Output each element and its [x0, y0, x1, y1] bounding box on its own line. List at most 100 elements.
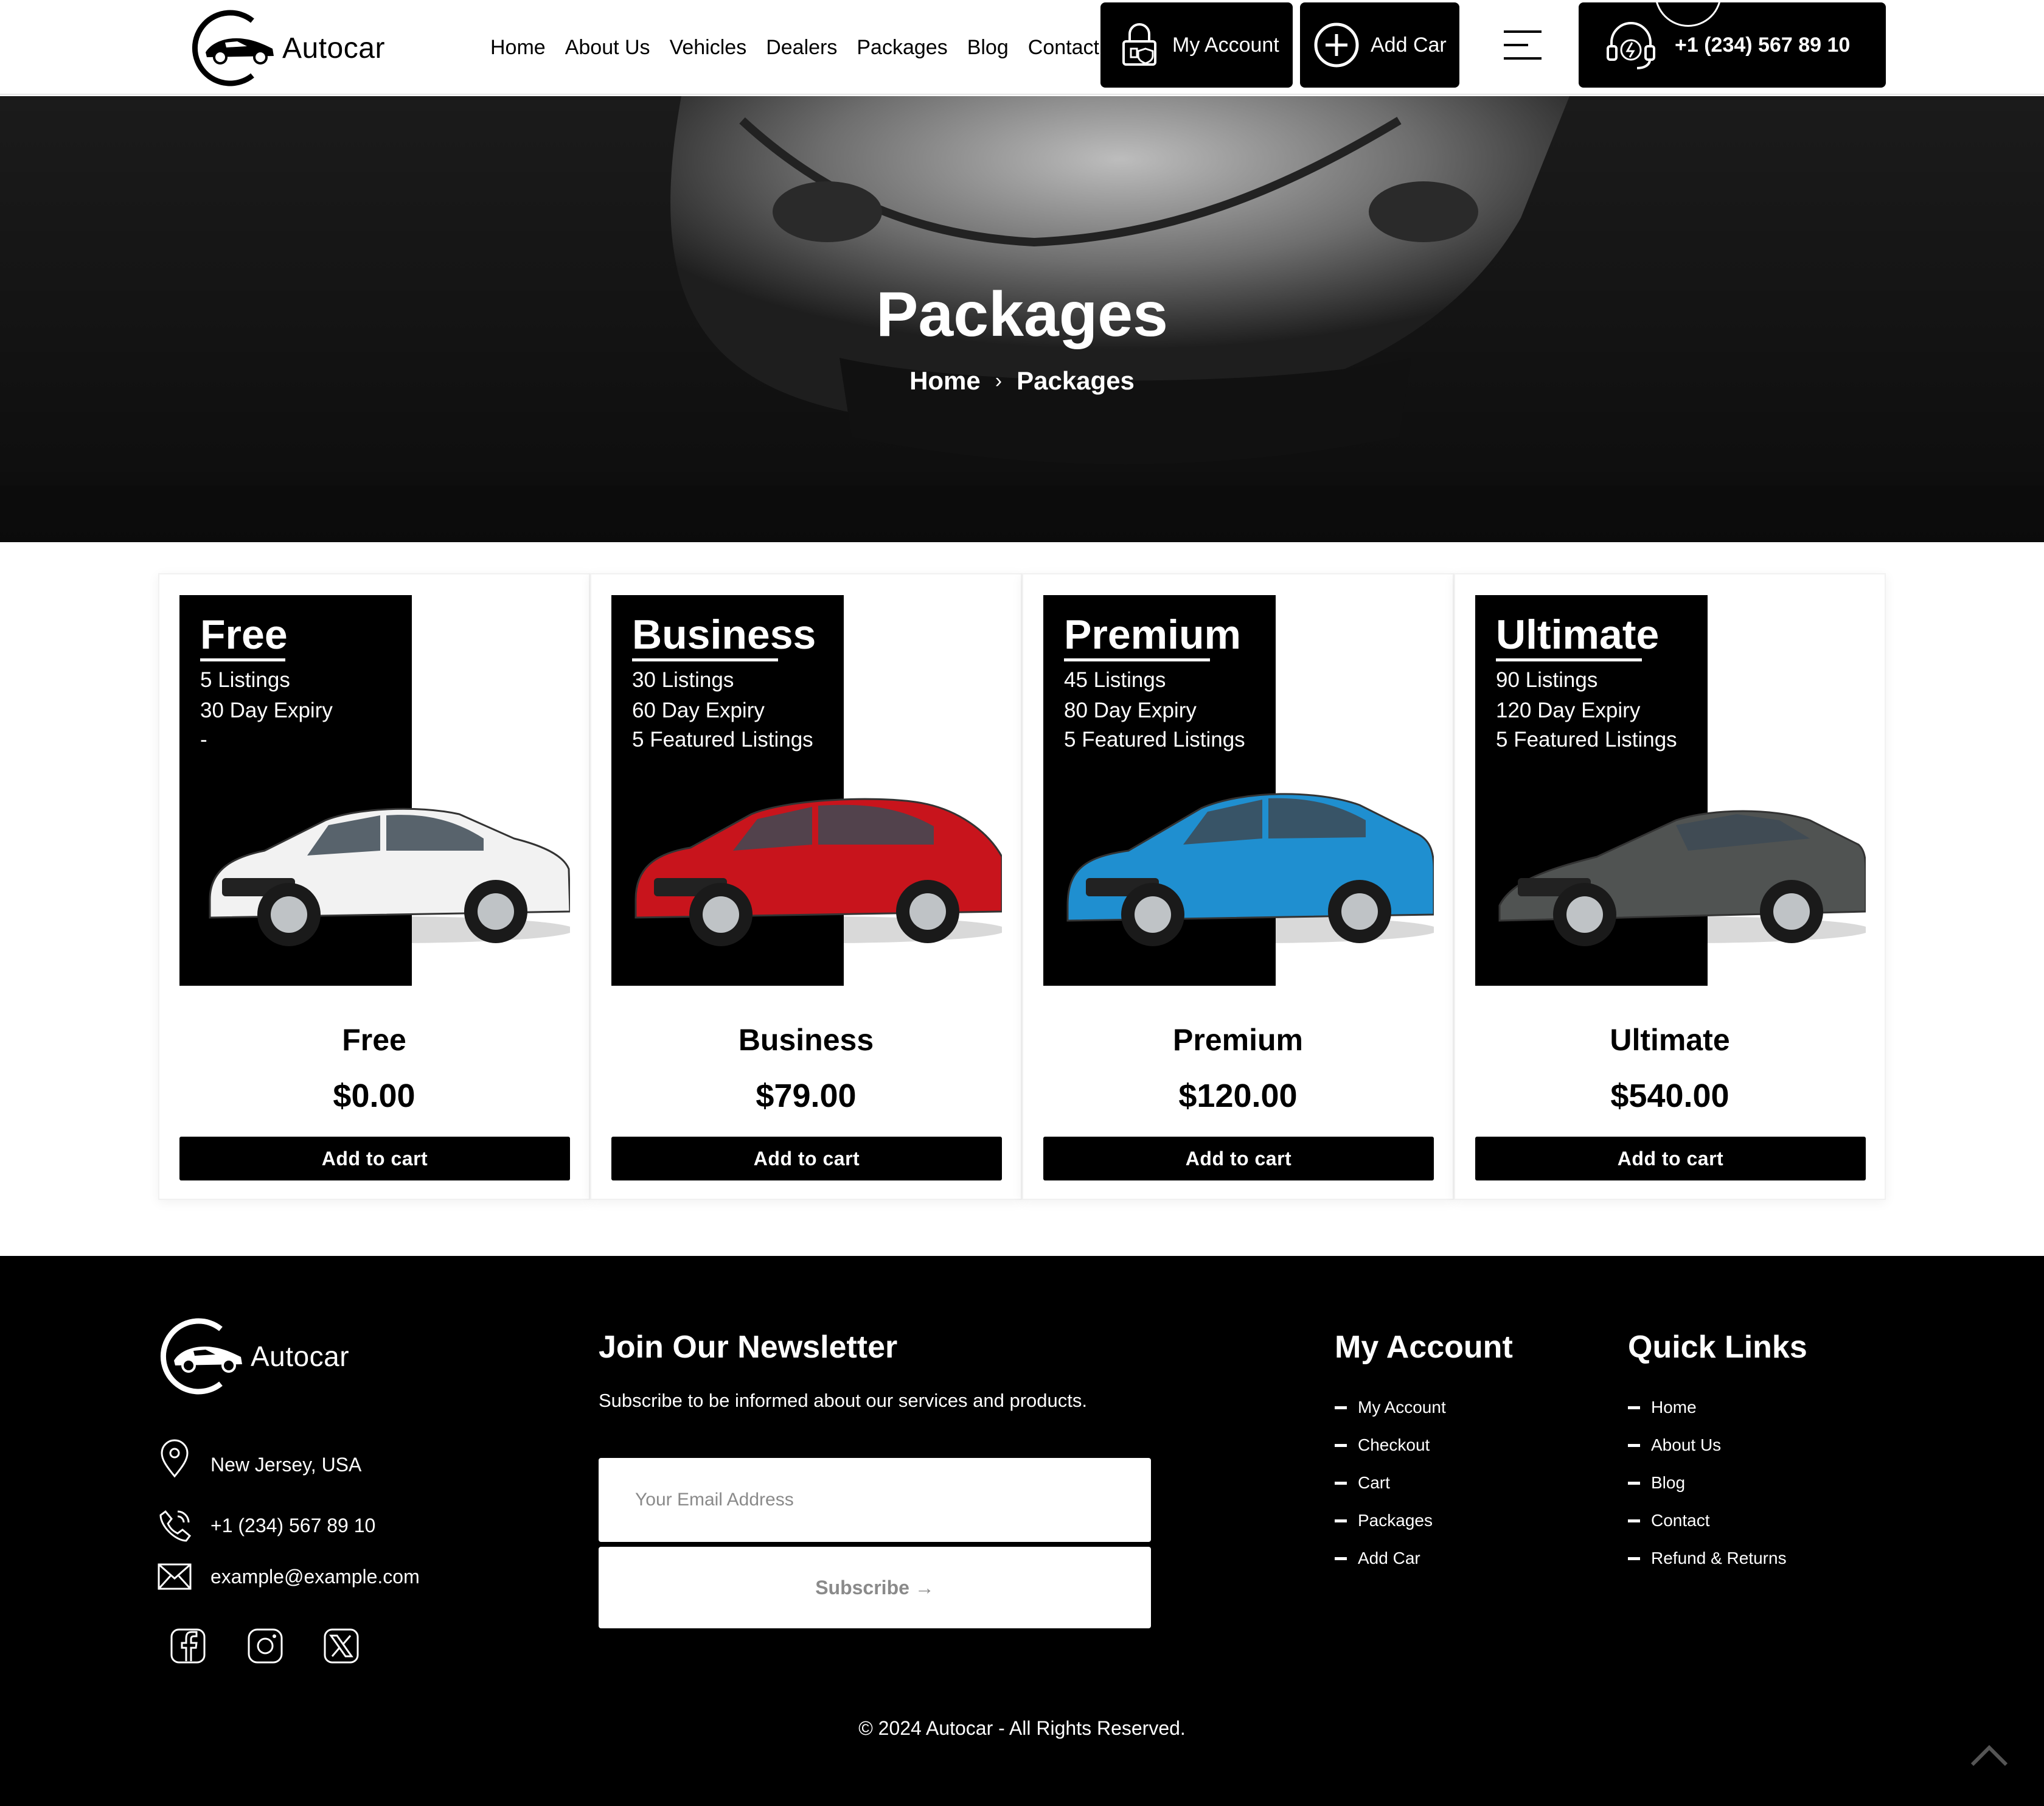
car-image — [1066, 793, 1434, 946]
plus-circle-icon — [1314, 23, 1359, 68]
nav-vehicles[interactable]: Vehicles — [670, 36, 747, 60]
footer-link-contact[interactable]: Contact — [1628, 1502, 1787, 1539]
package-card-ultimate: Ultimate 90 Listings 120 Day Expiry 5 Fe… — [1454, 573, 1886, 1200]
package-image[interactable]: Premium 45 Listings 80 Day Expiry 5 Feat… — [1043, 595, 1434, 986]
ring-decoration — [1655, 2, 1722, 27]
footer-brand-name: Autocar — [251, 1341, 350, 1372]
car-logo-icon — [160, 1318, 242, 1395]
packages-grid: Free 5 Listings 30 Day Expiry - Free $0.… — [158, 573, 1886, 1200]
package-price: $540.00 — [1610, 1078, 1729, 1114]
package-image[interactable]: Business 30 Listings 60 Day Expiry 5 Fea… — [611, 595, 1002, 986]
footer-logo[interactable]: Autocar — [157, 1317, 349, 1396]
phone-button[interactable]: +1 (234) 567 89 10 — [1579, 2, 1886, 88]
footer-address: New Jersey, USA — [157, 1438, 361, 1479]
quick-links: Home About Us Blog Contact Refund & Retu… — [1628, 1389, 1787, 1577]
package-feature: 60 Day Expiry — [632, 699, 765, 722]
package-image[interactable]: Free 5 Listings 30 Day Expiry - — [179, 595, 570, 986]
envelope-icon — [158, 1563, 192, 1590]
package-feature: 120 Day Expiry — [1496, 699, 1641, 722]
newsletter-title: Join Our Newsletter — [599, 1330, 898, 1365]
add-to-cart-button[interactable]: Add to cart — [1475, 1137, 1866, 1180]
newsletter-subtitle: Subscribe to be informed about our servi… — [599, 1390, 1088, 1411]
nav-about-us[interactable]: About Us — [565, 36, 650, 60]
page-title: Packages — [876, 279, 1168, 350]
nav-packages[interactable]: Packages — [857, 36, 947, 60]
footer-link-home[interactable]: Home — [1628, 1389, 1787, 1426]
package-price: $120.00 — [1178, 1078, 1298, 1114]
footer-link-my-account[interactable]: My Account — [1335, 1389, 1446, 1426]
package-name: Business — [738, 1023, 874, 1057]
footer-link-checkout[interactable]: Checkout — [1335, 1426, 1446, 1464]
facebook-icon[interactable] — [169, 1627, 207, 1665]
package-name: Free — [342, 1023, 406, 1057]
package-feature: 45 Listings — [1064, 668, 1166, 692]
my-account-label: My Account — [1172, 33, 1279, 57]
car-image — [1498, 810, 1866, 946]
my-account-button[interactable]: My Account — [1100, 2, 1293, 88]
package-headline: Ultimate — [1496, 612, 1660, 658]
page-hero: Packages Home › Packages — [0, 96, 2044, 542]
site-logo[interactable]: Autocar — [189, 9, 385, 88]
headline-underline — [632, 658, 778, 661]
footer-address-text: New Jersey, USA — [210, 1453, 362, 1476]
site-header: Autocar Home About Us Vehicles Dealers P… — [0, 0, 2044, 95]
copyright: © 2024 Autocar - All Rights Reserved. — [858, 1717, 1186, 1739]
back-to-top-chevron-icon[interactable] — [1970, 1743, 2009, 1767]
nav-home[interactable]: Home — [490, 36, 546, 60]
hamburger-menu-icon[interactable] — [1504, 30, 1542, 60]
package-feature: 5 Listings — [200, 668, 290, 692]
headset-icon — [1607, 22, 1655, 69]
breadcrumb-chevron-icon: › — [995, 369, 1003, 392]
site-footer: Autocar New Jersey, USA +1 (234) 567 89 … — [0, 1256, 2044, 1806]
phone-number: +1 (234) 567 89 10 — [1675, 33, 1851, 57]
footer-phone-text: +1 (234) 567 89 10 — [210, 1514, 376, 1536]
footer-link-blog[interactable]: Blog — [1628, 1464, 1787, 1502]
account-lock-icon — [1122, 23, 1156, 66]
nav-dealers[interactable]: Dealers — [766, 36, 837, 60]
headline-underline — [1496, 658, 1642, 661]
package-headline: Free — [200, 612, 288, 658]
package-feature: 80 Day Expiry — [1064, 699, 1197, 722]
package-name: Premium — [1173, 1023, 1303, 1057]
package-name: Ultimate — [1610, 1023, 1730, 1057]
add-to-cart-button[interactable]: Add to cart — [179, 1137, 570, 1180]
subscribe-button[interactable]: Subscribe → — [599, 1547, 1151, 1628]
breadcrumb-home[interactable]: Home — [909, 366, 981, 396]
brand-name: Autocar — [282, 32, 385, 64]
footer-phone[interactable]: +1 (234) 567 89 10 — [157, 1508, 375, 1543]
footer-link-packages[interactable]: Packages — [1335, 1502, 1446, 1539]
package-feature: 30 Day Expiry — [200, 699, 333, 722]
add-to-cart-button[interactable]: Add to cart — [611, 1137, 1002, 1180]
footer-link-cart[interactable]: Cart — [1335, 1464, 1446, 1502]
newsletter-email-input[interactable] — [599, 1458, 1151, 1542]
my-account-links: My Account Checkout Cart Packages Add Ca… — [1335, 1389, 1446, 1577]
nav-blog[interactable]: Blog — [967, 36, 1009, 60]
headline-underline — [1064, 658, 1210, 661]
my-account-heading: My Account — [1335, 1330, 1513, 1365]
add-car-label: Add Car — [1371, 33, 1447, 57]
x-twitter-icon[interactable] — [322, 1627, 360, 1665]
package-feature: 30 Listings — [632, 668, 734, 692]
car-image — [634, 798, 1002, 946]
nav-contact[interactable]: Contact — [1028, 36, 1099, 60]
location-pin-icon — [161, 1439, 189, 1478]
breadcrumb-current: Packages — [1017, 366, 1135, 395]
headline-underline — [200, 658, 285, 661]
package-card-business: Business 30 Listings 60 Day Expiry 5 Fea… — [590, 573, 1022, 1200]
quick-links-heading: Quick Links — [1628, 1330, 1807, 1365]
instagram-icon[interactable] — [246, 1627, 284, 1665]
footer-email[interactable]: example@example.com — [157, 1563, 420, 1591]
add-to-cart-button[interactable]: Add to cart — [1043, 1137, 1434, 1180]
phone-icon — [159, 1510, 192, 1542]
add-car-button[interactable]: Add Car — [1300, 2, 1459, 88]
package-image[interactable]: Ultimate 90 Listings 120 Day Expiry 5 Fe… — [1475, 595, 1866, 986]
main-nav: Home About Us Vehicles Dealers Packages … — [490, 0, 1099, 95]
package-price: $79.00 — [756, 1078, 857, 1114]
footer-link-about-us[interactable]: About Us — [1628, 1426, 1787, 1464]
package-card-premium: Premium 45 Listings 80 Day Expiry 5 Feat… — [1022, 573, 1454, 1200]
breadcrumb: Home › Packages — [0, 366, 2044, 396]
package-headline: Premium — [1064, 612, 1241, 658]
footer-link-refund-returns[interactable]: Refund & Returns — [1628, 1539, 1787, 1577]
footer-link-add-car[interactable]: Add Car — [1335, 1539, 1446, 1577]
package-card-free: Free 5 Listings 30 Day Expiry - Free $0.… — [158, 573, 590, 1200]
